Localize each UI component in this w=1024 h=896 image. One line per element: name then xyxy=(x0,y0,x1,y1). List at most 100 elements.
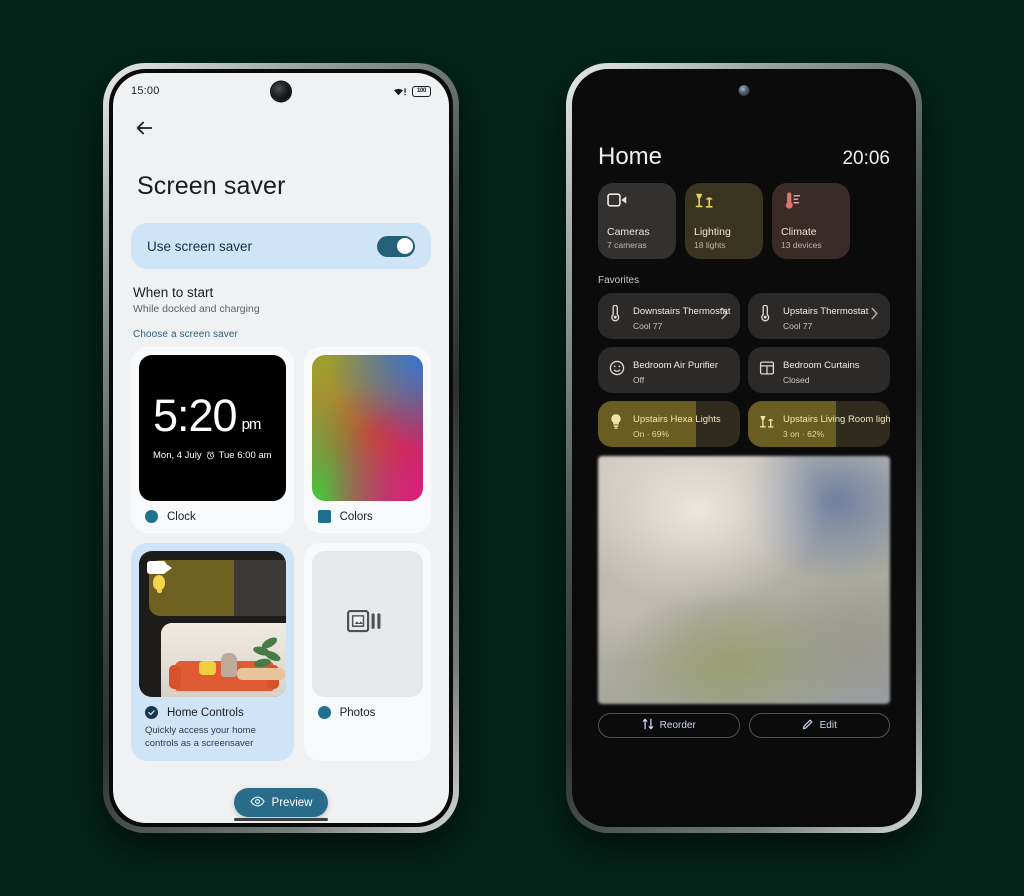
choose-screen-saver-label: Choose a screen saver xyxy=(133,329,238,340)
option-label-row: Home Controls xyxy=(139,697,286,719)
favorite-bedroom-air-purifier[interactable]: Bedroom Air Purifier Off xyxy=(598,347,740,393)
favorite-name: Bedroom Air Purifier xyxy=(633,360,719,371)
page-title: Screen saver xyxy=(137,172,286,200)
option-name-home-controls: Home Controls xyxy=(167,706,244,719)
preview-pillow xyxy=(199,661,216,675)
option-radio-clock[interactable] xyxy=(145,510,158,523)
favorite-upstairs-living-room-lights[interactable]: Upstairs Living Room lights 3 on · 62% xyxy=(748,401,890,447)
front-camera-punchhole xyxy=(738,85,750,96)
phone-bezel-right: Home 20:06 Cameras 7 cameras Lighting 18… xyxy=(572,69,916,827)
reorder-button[interactable]: Reorder xyxy=(598,713,740,738)
eye-icon xyxy=(249,796,265,810)
alarm-clock-icon xyxy=(206,451,214,460)
clock-preview-ampm: pm xyxy=(241,415,262,433)
screen-saver-option-photos[interactable]: Photos xyxy=(303,543,431,761)
option-radio-photos[interactable] xyxy=(317,706,331,719)
favorite-text: Upstairs Thermostat Cool 77 xyxy=(783,301,868,331)
when-to-start-row[interactable]: When to start While docked and charging xyxy=(113,269,449,315)
thermostat-icon xyxy=(759,304,774,327)
home-action-buttons: Reorder Edit xyxy=(576,704,912,738)
status-bar-icons: 100 xyxy=(393,85,431,97)
photos-preview-thumbnail xyxy=(311,551,423,697)
favorite-status: 3 on · 62% xyxy=(783,429,825,439)
favorite-upstairs-thermostat[interactable]: Upstairs Thermostat Cool 77 xyxy=(748,293,890,339)
option-name-clock: Clock xyxy=(167,510,196,523)
screen-saver-option-home-controls[interactable]: Home Controls Quickly access your home c… xyxy=(131,543,294,761)
favorite-name: Upstairs Thermostat xyxy=(783,306,869,317)
tile-climate[interactable]: Climate 13 devices xyxy=(772,183,850,259)
reorder-button-label: Reorder xyxy=(659,720,696,731)
clock-preview-subline: Mon, 4 July Tue 6:00 am xyxy=(153,450,272,461)
edit-button[interactable]: Edit xyxy=(748,713,890,738)
screenshot-canvas: 15:00 100 Screen saver Use screen saver … xyxy=(0,0,1024,896)
preview-camera-tile xyxy=(161,623,286,697)
status-bar: 15:00 100 xyxy=(113,73,449,109)
preview-button-label: Preview xyxy=(271,796,313,809)
option-label-row: Clock xyxy=(139,501,286,523)
clock-preview-time: 5:20 xyxy=(153,390,238,442)
edit-button-label: Edit xyxy=(819,720,837,731)
clock-preview-time-row: 5:20 pm xyxy=(153,390,272,442)
status-bar-clock: 15:00 xyxy=(131,85,160,97)
favorite-name: Downstairs Thermostat xyxy=(633,306,731,317)
favorite-status: Off xyxy=(633,375,645,385)
option-radio-colors[interactable] xyxy=(317,510,331,523)
favorite-name: Bedroom Curtains xyxy=(783,360,860,371)
tile-cameras-subtitle: 7 cameras xyxy=(607,240,647,250)
favorite-text: Downstairs Thermostat Cool 77 xyxy=(633,301,731,331)
lightbulb-icon xyxy=(609,413,624,435)
clock-preview-alarm: Tue 6:00 am xyxy=(218,449,272,461)
lightbulb-icon xyxy=(153,575,165,593)
app-bar xyxy=(113,109,449,144)
home-clock: 20:06 xyxy=(842,148,890,169)
category-tiles: Cameras 7 cameras Lighting 18 lights Cli… xyxy=(576,183,912,259)
phone-device-left: 15:00 100 Screen saver Use screen saver … xyxy=(103,63,459,833)
camera-live-feed[interactable] xyxy=(598,456,890,704)
home-header: Home 20:06 xyxy=(576,115,912,183)
favorite-text: Upstairs Living Room lights 3 on · 62% xyxy=(783,409,890,439)
chevron-right-icon[interactable] xyxy=(870,307,879,325)
phone-bezel-left: 15:00 100 Screen saver Use screen saver … xyxy=(109,69,453,827)
pencil-icon xyxy=(802,718,814,733)
screen-saver-settings-screen: 15:00 100 Screen saver Use screen saver … xyxy=(113,73,449,823)
screen-saver-option-colors[interactable]: Colors xyxy=(303,347,431,533)
thermostat-icon xyxy=(609,304,624,327)
preview-blanket xyxy=(237,668,285,680)
navigation-pill[interactable] xyxy=(234,818,328,821)
option-name-colors: Colors xyxy=(339,510,373,523)
tile-lighting[interactable]: Lighting 18 lights xyxy=(685,183,763,259)
option-label-row: Photos xyxy=(312,697,423,719)
favorite-bedroom-curtains[interactable]: Bedroom Curtains Closed xyxy=(748,347,890,393)
option-radio-home-controls[interactable] xyxy=(145,706,158,719)
favorite-status: Cool 77 xyxy=(783,321,813,331)
use-screen-saver-toggle[interactable] xyxy=(377,235,415,257)
back-arrow-icon[interactable] xyxy=(133,121,155,143)
screen-saver-options-grid: 5:20 pm Mon, 4 July Tue 6:00 am Clock Co… xyxy=(113,347,449,761)
home-app-title: Home xyxy=(598,143,663,170)
favorite-name: Upstairs Living Room lights xyxy=(783,414,890,425)
option-description-home-controls: Quickly access your home controls as a s… xyxy=(145,725,256,749)
screen-saver-option-clock[interactable]: 5:20 pm Mon, 4 July Tue 6:00 am Clock xyxy=(131,347,294,533)
when-to-start-title: When to start xyxy=(133,285,214,300)
favorite-status: Closed xyxy=(783,375,810,385)
tile-lighting-name: Lighting xyxy=(694,226,731,238)
tile-climate-subtitle: 13 devices xyxy=(781,240,822,250)
photo-stack-icon xyxy=(347,607,387,642)
use-screen-saver-row[interactable]: Use screen saver xyxy=(131,223,431,269)
option-label-row: Colors xyxy=(312,501,423,523)
favorite-text: Upstairs Hexa Lights On · 69% xyxy=(633,409,721,439)
preview-button[interactable]: Preview xyxy=(233,788,329,817)
lamps-icon xyxy=(759,414,774,435)
reorder-icon xyxy=(642,718,654,733)
preview-person xyxy=(221,653,237,677)
video-camera-icon xyxy=(147,561,172,574)
chevron-right-icon[interactable] xyxy=(720,307,729,325)
favorite-downstairs-thermostat[interactable]: Downstairs Thermostat Cool 77 xyxy=(598,293,740,339)
home-app-screen: Home 20:06 Cameras 7 cameras Lighting 18… xyxy=(576,73,912,823)
tile-cameras[interactable]: Cameras 7 cameras xyxy=(598,183,676,259)
favorite-upstairs-hexa-lights[interactable]: Upstairs Hexa Lights On · 69% xyxy=(598,401,740,447)
favorite-text: Bedroom Air Purifier Off xyxy=(633,355,718,385)
favorite-name: Upstairs Hexa Lights xyxy=(633,414,721,425)
favorites-section-label: Favorites xyxy=(598,275,640,286)
battery-icon: 100 xyxy=(412,85,431,97)
